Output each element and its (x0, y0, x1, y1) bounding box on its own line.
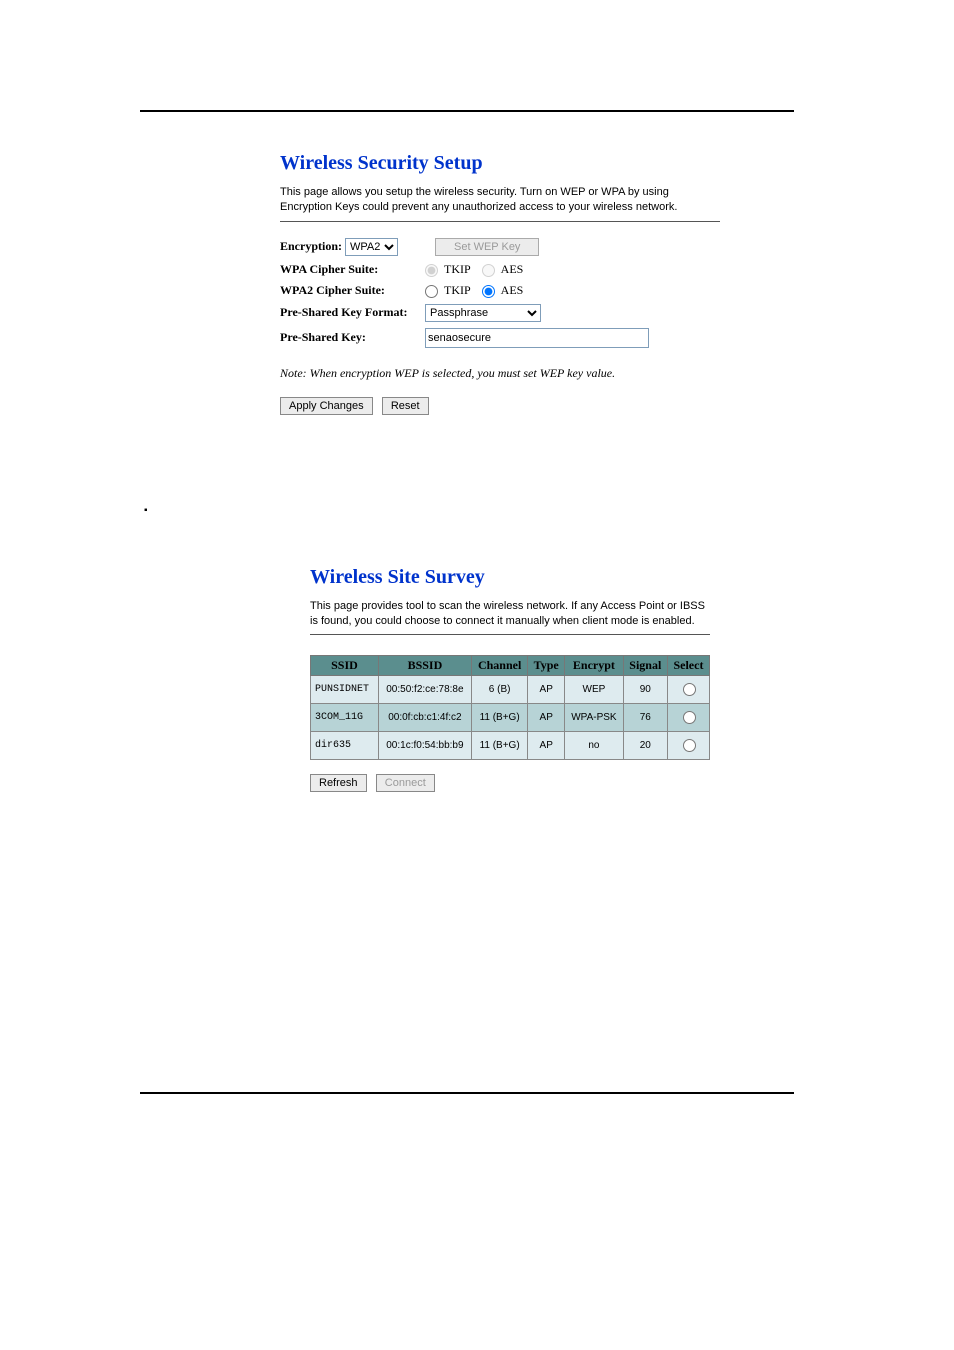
wpa2-aes-label: AES (501, 283, 524, 298)
survey-title: Wireless Site Survey (310, 566, 710, 589)
separator (280, 221, 720, 222)
cell-encrypt: WPA-PSK (565, 704, 624, 732)
col-bssid: BSSID (378, 656, 471, 676)
cell-channel: 11 (B+G) (471, 732, 527, 760)
cell-type: AP (528, 676, 565, 704)
wpa-tkip-label: TKIP (444, 262, 471, 277)
survey-desc: This page provides tool to scan the wire… (310, 599, 710, 629)
bullet-marker: ▪ (144, 505, 794, 516)
psk-format-select[interactable]: Passphrase (425, 304, 541, 322)
wpa2-cipher-label: WPA2 Cipher Suite: (280, 283, 425, 298)
cell-encrypt: no (565, 732, 624, 760)
wpa-cipher-group: TKIP AES (425, 262, 523, 277)
col-ssid: SSID (311, 656, 379, 676)
cell-ssid: PUNSIDNET (311, 676, 379, 704)
cell-ssid: dir635 (311, 732, 379, 760)
cell-signal: 20 (623, 732, 667, 760)
wpa-aes-label: AES (501, 262, 524, 277)
wireless-security-panel: Wireless Security Setup This page allows… (280, 152, 720, 415)
survey-table: SSID BSSID Channel Type Encrypt Signal S… (310, 655, 710, 760)
psk-input[interactable] (425, 328, 649, 348)
survey-header-row: SSID BSSID Channel Type Encrypt Signal S… (311, 656, 710, 676)
table-row: 3COM_11G 00:0f:cb:c1:4f:c2 11 (B+G) AP W… (311, 704, 710, 732)
security-desc: This page allows you setup the wireless … (280, 185, 720, 215)
cell-channel: 6 (B) (471, 676, 527, 704)
apply-changes-button[interactable]: Apply Changes (280, 397, 373, 415)
cell-bssid: 00:50:f2:ce:78:8e (378, 676, 471, 704)
cell-ssid: 3COM_11G (311, 704, 379, 732)
wpa2-cipher-group: TKIP AES (425, 283, 523, 298)
cell-signal: 90 (623, 676, 667, 704)
cell-select (667, 676, 709, 704)
wpa-cipher-label: WPA Cipher Suite: (280, 262, 425, 277)
set-wep-key-button: Set WEP Key (435, 238, 539, 256)
encryption-select[interactable]: WPA2 (345, 238, 398, 256)
table-row: PUNSIDNET 00:50:f2:ce:78:8e 6 (B) AP WEP… (311, 676, 710, 704)
cell-type: AP (528, 704, 565, 732)
bottom-rule (140, 1092, 794, 1094)
col-channel: Channel (471, 656, 527, 676)
wpa-aes-radio (482, 264, 495, 277)
cell-bssid: 00:1c:f0:54:bb:b9 (378, 732, 471, 760)
reset-button[interactable]: Reset (382, 397, 429, 415)
cell-channel: 11 (B+G) (471, 704, 527, 732)
col-signal: Signal (623, 656, 667, 676)
encryption-label: Encryption: WPA2 (280, 238, 425, 256)
select-radio[interactable] (683, 683, 696, 696)
table-row: dir635 00:1c:f0:54:bb:b9 11 (B+G) AP no … (311, 732, 710, 760)
wireless-site-survey-panel: Wireless Site Survey This page provides … (310, 566, 710, 793)
security-title: Wireless Security Setup (280, 152, 720, 175)
col-encrypt: Encrypt (565, 656, 624, 676)
wpa2-tkip-radio[interactable] (425, 285, 438, 298)
separator (310, 634, 710, 635)
refresh-button[interactable]: Refresh (310, 774, 367, 792)
cell-type: AP (528, 732, 565, 760)
col-select: Select (667, 656, 709, 676)
wpa-tkip-radio (425, 264, 438, 277)
select-radio[interactable] (683, 739, 696, 752)
cell-select (667, 732, 709, 760)
wpa2-tkip-label: TKIP (444, 283, 471, 298)
psk-label: Pre-Shared Key: (280, 330, 425, 345)
psk-format-label: Pre-Shared Key Format: (280, 305, 425, 320)
connect-button: Connect (376, 774, 435, 792)
top-rule (140, 110, 794, 112)
cell-bssid: 00:0f:cb:c1:4f:c2 (378, 704, 471, 732)
cell-encrypt: WEP (565, 676, 624, 704)
select-radio[interactable] (683, 711, 696, 724)
cell-select (667, 704, 709, 732)
wep-note: Note: When encryption WEP is selected, y… (280, 366, 720, 381)
wpa2-aes-radio[interactable] (482, 285, 495, 298)
col-type: Type (528, 656, 565, 676)
cell-signal: 76 (623, 704, 667, 732)
